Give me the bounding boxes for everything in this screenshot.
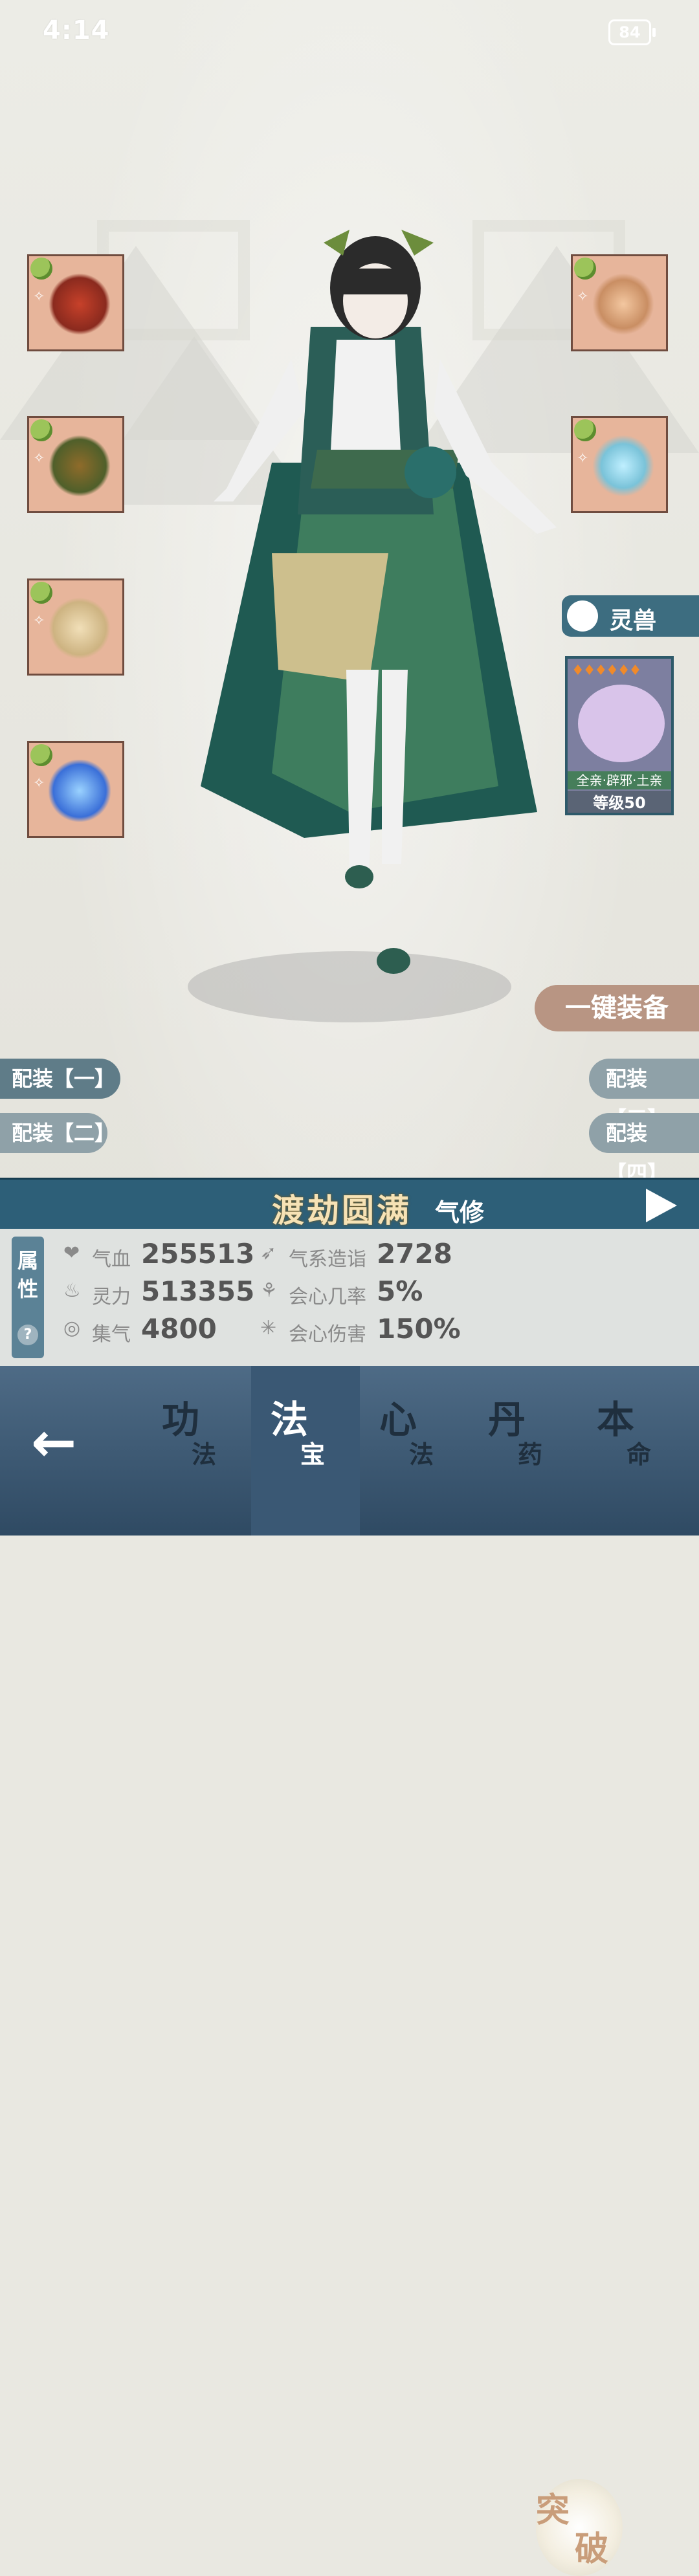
burst-icon: ✳	[260, 1317, 277, 1339]
character-portrait[interactable]	[175, 217, 563, 993]
flame-icon: ♨	[63, 1279, 81, 1302]
stat-value: 5%	[377, 1275, 423, 1307]
star-rating: ♦♦♦♦♦♦	[571, 663, 641, 679]
heart-icon: ❤	[63, 1242, 80, 1264]
stat-label: 会心伤害	[289, 1323, 366, 1346]
stat-label: 气血	[92, 1248, 131, 1271]
help-icon[interactable]: ?	[17, 1325, 38, 1345]
attribute-tag: 属 性 ?	[12, 1237, 44, 1358]
tab-gongfa[interactable]: 功 法	[142, 1366, 251, 1536]
equip-all-button[interactable]: 一键装备	[535, 985, 699, 1031]
bound-mark-icon: ✧	[33, 450, 45, 467]
tab-xinfa[interactable]: 心 法	[360, 1366, 469, 1536]
stat-label: 会心几率	[289, 1286, 366, 1308]
stat-value: 150%	[377, 1313, 461, 1345]
spirit-beast-elements: 全亲·辟邪·土亲	[568, 771, 671, 789]
realm-name: 渡劫圆满	[272, 1192, 412, 1229]
equipment-slot-boots[interactable]: ✧	[27, 578, 124, 676]
stat-label: 集气	[92, 1323, 131, 1346]
tab-fabao[interactable]: 法 宝	[251, 1366, 360, 1536]
stat-value: 2728	[377, 1238, 452, 1270]
bound-mark-icon: ✧	[33, 775, 45, 791]
bound-mark-icon: ✧	[33, 613, 45, 629]
blue-vortex-icon	[49, 760, 111, 822]
equipment-slot-bell[interactable]: ✧	[571, 254, 668, 351]
bound-mark-icon: ✧	[577, 450, 589, 467]
stat-value: 4800	[141, 1313, 217, 1345]
back-arrow-icon[interactable]: ←	[31, 1415, 76, 1470]
wing-icon: ➶	[260, 1242, 277, 1264]
attribute-tag-char: 属	[17, 1248, 38, 1273]
spirit-beast-card[interactable]: ♦♦♦♦♦♦ 全亲·辟邪·土亲 等级50	[565, 656, 674, 815]
status-time: 4:14	[43, 16, 110, 45]
bottom-navigation: ← 功 法 法 宝 心 法 丹 药 本 命	[0, 1366, 699, 1536]
tab-small-char: 命	[627, 1440, 652, 1469]
spirit-beast-level: 等级50	[568, 791, 671, 813]
stat-value: 513355	[141, 1275, 255, 1307]
tab-small-char: 法	[192, 1440, 217, 1469]
attribute-tag-char: 性	[17, 1277, 38, 1301]
attribute-panel: 属 性 ? ❤ 气血 255513 ♨ 灵力 513355 ◎ 集气 4800 …	[0, 1229, 699, 2576]
preset-3-button[interactable]: 配装【三】	[589, 1059, 699, 1131]
gem-icon	[30, 419, 52, 441]
swirl-icon: ◎	[63, 1317, 81, 1339]
tab-small-char: 宝	[300, 1440, 326, 1469]
preset-4-button[interactable]: 配装【四】	[589, 1113, 699, 1185]
crimson-fan-icon	[49, 273, 111, 335]
tab-danyao[interactable]: 丹 药	[469, 1366, 577, 1536]
spirit-beast-portrait	[578, 685, 665, 762]
preset-2-button[interactable]: 配装【二】	[0, 1113, 115, 1153]
bronze-bell-icon	[592, 273, 654, 335]
realm-bar: 渡劫圆满 气修	[0, 1178, 699, 1231]
realm-type: 气修	[435, 1198, 485, 1227]
lotus-crown-icon	[49, 435, 111, 497]
crit-rate-icon: ⚘	[260, 1279, 278, 1302]
tab-small-char: 药	[518, 1440, 543, 1469]
golden-boots-icon	[49, 597, 111, 659]
battery-indicator: 84	[608, 19, 656, 45]
gem-icon	[30, 258, 52, 280]
play-icon[interactable]	[646, 1189, 677, 1222]
preset-1-button[interactable]: 配装【一】	[0, 1059, 120, 1099]
equipment-slot-orb[interactable]: ✧	[27, 741, 124, 838]
crystal-mirror-icon	[592, 435, 654, 497]
gem-icon	[30, 744, 52, 766]
breakthrough-char: 破	[575, 2530, 609, 2569]
spirit-beast-icon	[567, 600, 598, 632]
bound-mark-icon: ✧	[577, 289, 589, 305]
stat-label: 气系造诣	[289, 1248, 366, 1271]
equipment-slot-helmet[interactable]: ✧	[27, 416, 124, 513]
spirit-beast-tab-label: 灵兽	[610, 608, 657, 634]
breakthrough-button[interactable]: 突 破	[536, 2479, 623, 2576]
gem-icon	[574, 419, 596, 441]
stat-label: 灵力	[92, 1286, 131, 1308]
equipment-slot-mirror[interactable]: ✧	[571, 416, 668, 513]
stat-value: 255513	[141, 1238, 255, 1270]
spirit-beast-tab[interactable]: 灵兽	[562, 595, 699, 637]
gem-icon	[30, 582, 52, 604]
breakthrough-char: 突	[536, 2491, 570, 2530]
tab-benming[interactable]: 本 命	[577, 1366, 686, 1536]
equipment-slot-weapon[interactable]: ✧	[27, 254, 124, 351]
bound-mark-icon: ✧	[33, 289, 45, 305]
gem-icon	[574, 258, 596, 280]
tab-small-char: 法	[409, 1440, 434, 1469]
